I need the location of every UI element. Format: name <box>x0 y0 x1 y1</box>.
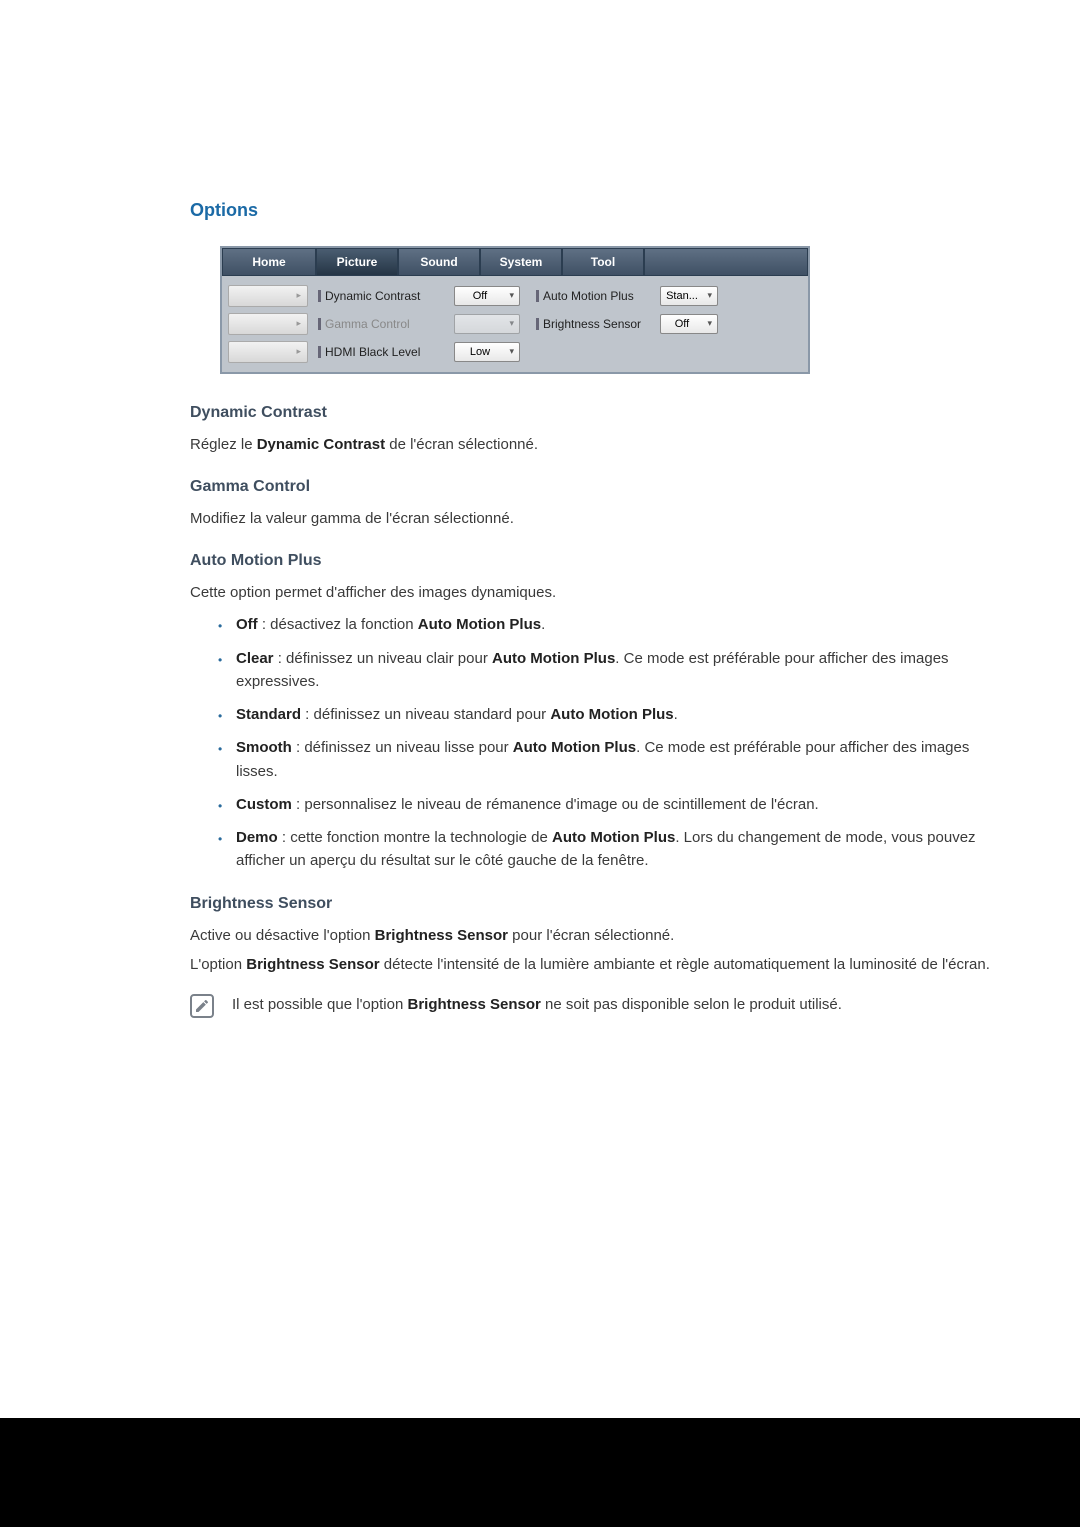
settings-row-1: Dynamic Contrast Off Auto Motion Plus St… <box>228 282 802 310</box>
heading-brightness-sensor: Brightness Sensor <box>190 895 1000 913</box>
expander-button[interactable] <box>228 285 308 307</box>
list-item-standard: Standard : définissez un niveau standard… <box>218 703 1000 726</box>
text-gamma-control: Modifiez la valeur gamma de l'écran séle… <box>190 508 1000 530</box>
bar-icon <box>536 318 539 330</box>
select-dynamic-contrast[interactable]: Off <box>454 286 520 306</box>
section-title: Options <box>190 200 1000 221</box>
select-hdmi-black-level[interactable]: Low <box>454 342 520 362</box>
tab-filler <box>644 248 808 276</box>
expander-button[interactable] <box>228 313 308 335</box>
heading-dynamic-contrast: Dynamic Contrast <box>190 404 1000 422</box>
text-dynamic-contrast: Réglez le Dynamic Contrast de l'écran sé… <box>190 434 1000 456</box>
field-label-brightness-sensor: Brightness Sensor <box>536 317 654 331</box>
pencil-icon <box>194 998 210 1014</box>
list-item-custom: Custom : personnalisez le niveau de réma… <box>218 793 1000 816</box>
heading-auto-motion-plus: Auto Motion Plus <box>190 552 1000 570</box>
document-page: Options Home Picture Sound System Tool D… <box>0 0 1080 1418</box>
field-label-hdmi-black-level: HDMI Black Level <box>318 345 448 359</box>
amp-options-list: Off : désactivez la fonction Auto Motion… <box>190 613 1000 872</box>
select-brightness-sensor[interactable]: Off <box>660 314 718 334</box>
tab-home[interactable]: Home <box>222 248 316 276</box>
note-icon <box>190 994 214 1018</box>
select-gamma-control <box>454 314 520 334</box>
heading-gamma-control: Gamma Control <box>190 478 1000 496</box>
list-item-clear: Clear : définissez un niveau clair pour … <box>218 647 1000 694</box>
text-amp-intro: Cette option permet d'afficher des image… <box>190 582 1000 604</box>
expander-button[interactable] <box>228 341 308 363</box>
bar-icon <box>318 290 321 302</box>
ui-settings-panel: Home Picture Sound System Tool Dynamic C… <box>220 246 810 374</box>
list-item-off: Off : désactivez la fonction Auto Motion… <box>218 613 1000 636</box>
list-item-smooth: Smooth : définissez un niveau lisse pour… <box>218 736 1000 783</box>
field-label-gamma-control: Gamma Control <box>318 317 448 331</box>
text-bs-1: Active ou désactive l'option Brightness … <box>190 925 1000 947</box>
settings-row-3: HDMI Black Level Low <box>228 338 802 366</box>
settings-row-2: Gamma Control Brightness Sensor Off <box>228 310 802 338</box>
note-text: Il est possible que l'option Brightness … <box>232 994 842 1017</box>
tab-picture[interactable]: Picture <box>316 248 398 276</box>
tab-system[interactable]: System <box>480 248 562 276</box>
tab-tool[interactable]: Tool <box>562 248 644 276</box>
text-bs-2: L'option Brightness Sensor détecte l'int… <box>190 954 1000 976</box>
field-label-dynamic-contrast: Dynamic Contrast <box>318 289 448 303</box>
list-item-demo: Demo : cette fonction montre la technolo… <box>218 826 1000 873</box>
field-label-auto-motion-plus: Auto Motion Plus <box>536 289 654 303</box>
tab-bar: Home Picture Sound System Tool <box>222 248 808 276</box>
bar-icon <box>318 346 321 358</box>
bar-icon <box>318 318 321 330</box>
bar-icon <box>536 290 539 302</box>
note-block: Il est possible que l'option Brightness … <box>190 994 1000 1018</box>
settings-rows: Dynamic Contrast Off Auto Motion Plus St… <box>222 276 808 372</box>
tab-sound[interactable]: Sound <box>398 248 480 276</box>
select-auto-motion-plus[interactable]: Stan... <box>660 286 718 306</box>
